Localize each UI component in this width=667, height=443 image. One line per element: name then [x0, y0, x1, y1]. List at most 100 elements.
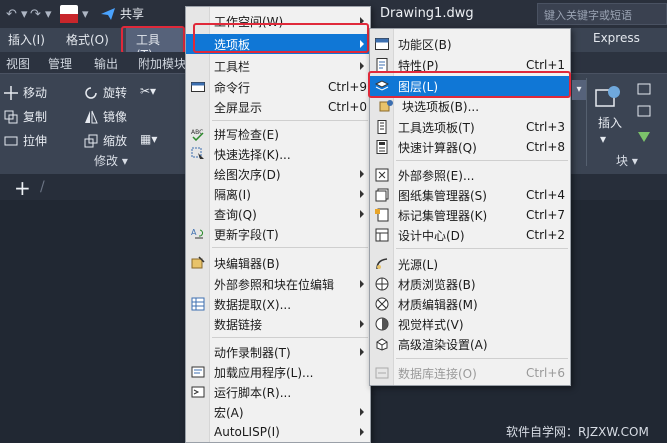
menu-item-render-settings[interactable]: 高级渲染设置(A) [370, 334, 570, 354]
tab-manage[interactable]: 管理 [48, 55, 72, 72]
menu-item-materials-browser[interactable]: 材质浏览器(B) [370, 274, 570, 294]
menu-express[interactable]: Express [593, 31, 640, 45]
layer-dropdown-arrow-icon[interactable]: ▾ [572, 80, 586, 100]
array-icon[interactable]: ▦▾ [140, 132, 157, 146]
menu-item-label: 块编辑器(B) [214, 256, 280, 271]
menu-item-label: 视觉样式(V) [398, 317, 464, 332]
menu-item-xref[interactable]: 外部参照(E)... [370, 165, 570, 185]
mirror-label: 镜像 [103, 110, 128, 124]
palettes-item-highlight-frame [193, 23, 369, 53]
block-panel-label[interactable]: 块 ▾ [616, 152, 638, 169]
visual-styles-icon [375, 317, 389, 331]
menu-item-label: 材质浏览器(B) [398, 277, 476, 292]
menu-item-toolbars[interactable]: 工具栏 [186, 56, 370, 76]
submenu-arrow-icon [360, 210, 364, 218]
menu-item-label: 外部参照(E)... [398, 168, 475, 183]
scale-tool[interactable]: 缩放 [84, 132, 127, 149]
menu-item-spell-check[interactable]: ABC 拼写检查(E) [186, 124, 370, 144]
menu-item-quick-calc[interactable]: 快速计算器(Q) Ctrl+8 [370, 137, 570, 157]
menu-item-quick-select[interactable]: 快速选择(K)... [186, 144, 370, 164]
menu-item-label: 标记集管理器(K) [398, 208, 488, 223]
menu-item-update-fields[interactable]: A 更新字段(T) [186, 224, 370, 244]
menu-item-draw-order[interactable]: 绘图次序(D) [186, 164, 370, 184]
menu-format[interactable]: 格式(O) [66, 31, 109, 48]
menu-item-shortcut: Ctrl+8 [526, 140, 566, 154]
share-label: 共享 [120, 7, 145, 21]
modify-panel-label[interactable]: 修改 ▾ [94, 152, 128, 169]
stretch-tool[interactable]: 拉伸 [4, 132, 47, 149]
block-tools-icons[interactable] [636, 82, 654, 146]
menu-item-inquiry[interactable]: 查询(Q) [186, 204, 370, 224]
menu-item-command-line[interactable]: 命令行 Ctrl+9 [186, 77, 370, 97]
insert-dropdown-icon[interactable]: ▾ [600, 132, 606, 146]
menu-item-action-recorder[interactable]: 动作录制器(T) [186, 342, 370, 362]
menu-item-autolisp[interactable]: AutoLISP(I) [186, 422, 370, 442]
quick-select-icon [191, 147, 204, 159]
menu-item-xref-edit[interactable]: 外部参照和块在位编辑 [186, 274, 370, 294]
menu-item-shortcut: Ctrl+4 [526, 188, 566, 202]
load-app-icon [191, 366, 205, 378]
dwf-publish-icon[interactable] [60, 5, 78, 23]
menu-item-shortcut: Ctrl+9 [328, 80, 368, 94]
menu-item-block-editor[interactable]: 块编辑器(B) [186, 253, 370, 273]
search-input[interactable]: 键入关键字或短语 [537, 3, 667, 25]
menu-item-ribbon[interactable]: 功能区(B) [370, 34, 570, 54]
menu-item-shortcut: Ctrl+3 [526, 120, 566, 134]
tab-view[interactable]: 视图 [6, 55, 30, 72]
menu-item-label: 隔离(I) [214, 187, 251, 202]
mirror-tool[interactable]: 镜像 [84, 108, 127, 125]
menu-item-block-palette[interactable]: 块选项板(B)... [370, 96, 570, 116]
menu-item-macro[interactable]: 宏(A) [186, 402, 370, 422]
scale-icon [84, 134, 98, 147]
menu-item-label: 外部参照和块在位编辑 [214, 277, 335, 292]
menu-item-label: 数据提取(X)... [214, 297, 292, 312]
tab-output[interactable]: 输出 [94, 55, 118, 72]
update-field-icon: A [191, 228, 204, 239]
menu-item-data-extraction[interactable]: 数据提取(X)... [186, 294, 370, 314]
svg-text:A: A [191, 228, 197, 237]
insert-button[interactable]: 插入 [598, 114, 622, 131]
share-button[interactable]: 共享 [100, 5, 144, 22]
menu-item-label: 数据链接 [214, 317, 263, 332]
menu-item-isolate[interactable]: 隔离(I) [186, 184, 370, 204]
menu-item-load-application[interactable]: 加载应用程序(L)... [186, 362, 370, 382]
materials-editor-icon [375, 297, 389, 311]
menu-insert[interactable]: 插入(I) [8, 31, 45, 48]
move-label: 移动 [23, 86, 48, 100]
quick-calc-icon [376, 140, 388, 154]
undo-icon[interactable]: ↶ ▾ [6, 4, 28, 24]
insert-block-icon [595, 86, 620, 107]
run-script-icon [191, 386, 205, 398]
menu-separator [396, 358, 568, 359]
menu-item-label: 数据库连接(O) [398, 366, 477, 381]
menu-item-tool-palettes[interactable]: 工具选项板(T) Ctrl+3 [370, 117, 570, 137]
qa-dropdown-icon[interactable]: ▾ [82, 4, 89, 24]
trim-icon[interactable]: ✂▾ [140, 84, 156, 98]
design-center-icon [375, 228, 389, 242]
menu-item-sheet-set[interactable]: 图纸集管理器(S) Ctrl+4 [370, 185, 570, 205]
tab-divider: / [40, 179, 45, 195]
sheet-set-icon [375, 188, 389, 202]
tab-addins[interactable]: 附加模块 [138, 55, 186, 72]
menu-item-label: 快速选择(K)... [214, 147, 291, 162]
menu-item-label: 图纸集管理器(S) [398, 188, 487, 203]
menu-item-label: 材质编辑器(M) [398, 297, 478, 312]
submenu-arrow-icon [360, 280, 364, 288]
menu-item-data-links[interactable]: 数据链接 [186, 314, 370, 334]
move-tool[interactable]: 移动 [4, 84, 47, 101]
menu-item-materials-editor[interactable]: 材质编辑器(M) [370, 294, 570, 314]
document-title: Drawing1.dwg [380, 6, 474, 21]
rotate-tool[interactable]: 旋转 [84, 84, 127, 101]
redo-icon[interactable]: ↷ ▾ [30, 4, 52, 24]
menu-item-label: 设计中心(D) [398, 228, 465, 243]
menu-item-lights[interactable]: 光源(L) [370, 254, 570, 274]
copy-tool[interactable]: 复制 [4, 108, 47, 125]
menu-item-design-center[interactable]: 设计中心(D) Ctrl+2 [370, 225, 570, 245]
menu-item-fullscreen[interactable]: 全屏显示 Ctrl+0 [186, 97, 370, 117]
menu-item-markup-set[interactable]: 标记集管理器(K) Ctrl+7 [370, 205, 570, 225]
command-line-icon [191, 82, 205, 92]
menu-item-run-script[interactable]: 运行脚本(R)... [186, 382, 370, 402]
menu-item-shortcut: Ctrl+1 [526, 58, 566, 72]
menu-item-visual-styles[interactable]: 视觉样式(V) [370, 314, 570, 334]
new-tab-plus-icon[interactable]: + [14, 176, 31, 200]
